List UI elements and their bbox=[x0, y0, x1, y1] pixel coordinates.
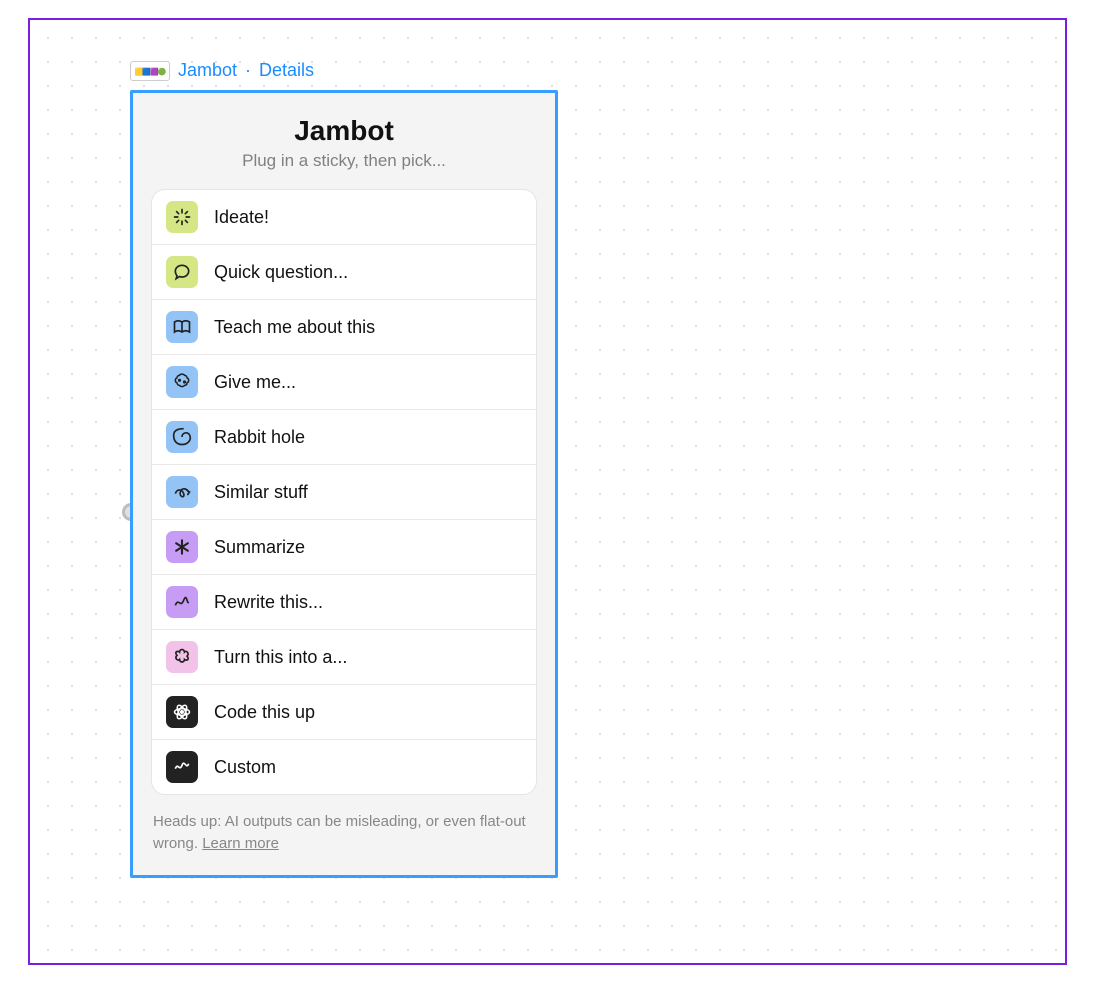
book-icon bbox=[166, 311, 198, 343]
jambot-panel-selected[interactable]: Jambot Plug in a sticky, then pick... Id… bbox=[130, 90, 558, 878]
action-summarize[interactable]: Summarize bbox=[152, 520, 536, 575]
action-label: Give me... bbox=[214, 372, 296, 393]
jambot-logo-icon bbox=[130, 61, 170, 81]
action-quick-question[interactable]: Quick question... bbox=[152, 245, 536, 300]
canvas-dotgrid[interactable]: Jambot · Details Jambot Plug in a sticky… bbox=[28, 18, 1067, 965]
brain-icon bbox=[166, 366, 198, 398]
action-ideate[interactable]: Ideate! bbox=[152, 190, 536, 245]
breadcrumb-widget-name[interactable]: Jambot bbox=[178, 60, 237, 81]
loop-icon bbox=[166, 476, 198, 508]
spiral-icon bbox=[166, 421, 198, 453]
action-label: Teach me about this bbox=[214, 317, 375, 338]
action-label: Similar stuff bbox=[214, 482, 308, 503]
panel-subtitle: Plug in a sticky, then pick... bbox=[151, 151, 537, 171]
action-label: Quick question... bbox=[214, 262, 348, 283]
action-label: Ideate! bbox=[214, 207, 269, 228]
action-turn-into[interactable]: Turn this into a... bbox=[152, 630, 536, 685]
breadcrumb-details-link[interactable]: Details bbox=[259, 60, 314, 81]
action-rabbit-hole[interactable]: Rabbit hole bbox=[152, 410, 536, 465]
learn-more-link[interactable]: Learn more bbox=[202, 835, 279, 852]
breadcrumb-separator: · bbox=[245, 60, 251, 81]
action-label: Code this up bbox=[214, 702, 315, 723]
action-label: Rabbit hole bbox=[214, 427, 305, 448]
action-label: Rewrite this... bbox=[214, 592, 323, 613]
asterisk-icon bbox=[166, 531, 198, 563]
disclaimer: Heads up: AI outputs can be misleading, … bbox=[151, 811, 537, 855]
action-label: Custom bbox=[214, 757, 276, 778]
speech-icon bbox=[166, 256, 198, 288]
action-list: Ideate! Quick question... bbox=[151, 189, 537, 795]
burst-icon bbox=[166, 201, 198, 233]
action-code[interactable]: Code this up bbox=[152, 685, 536, 740]
action-rewrite[interactable]: Rewrite this... bbox=[152, 575, 536, 630]
scribble-icon bbox=[166, 751, 198, 783]
action-custom[interactable]: Custom bbox=[152, 740, 536, 794]
squiggle-icon bbox=[166, 586, 198, 618]
action-teach[interactable]: Teach me about this bbox=[152, 300, 536, 355]
panel-title: Jambot bbox=[151, 115, 537, 147]
action-give-me[interactable]: Give me... bbox=[152, 355, 536, 410]
widget-breadcrumb: Jambot · Details bbox=[130, 60, 314, 81]
atom-icon bbox=[166, 696, 198, 728]
action-label: Turn this into a... bbox=[214, 647, 347, 668]
flower-icon bbox=[166, 641, 198, 673]
action-label: Summarize bbox=[214, 537, 305, 558]
action-similar[interactable]: Similar stuff bbox=[152, 465, 536, 520]
